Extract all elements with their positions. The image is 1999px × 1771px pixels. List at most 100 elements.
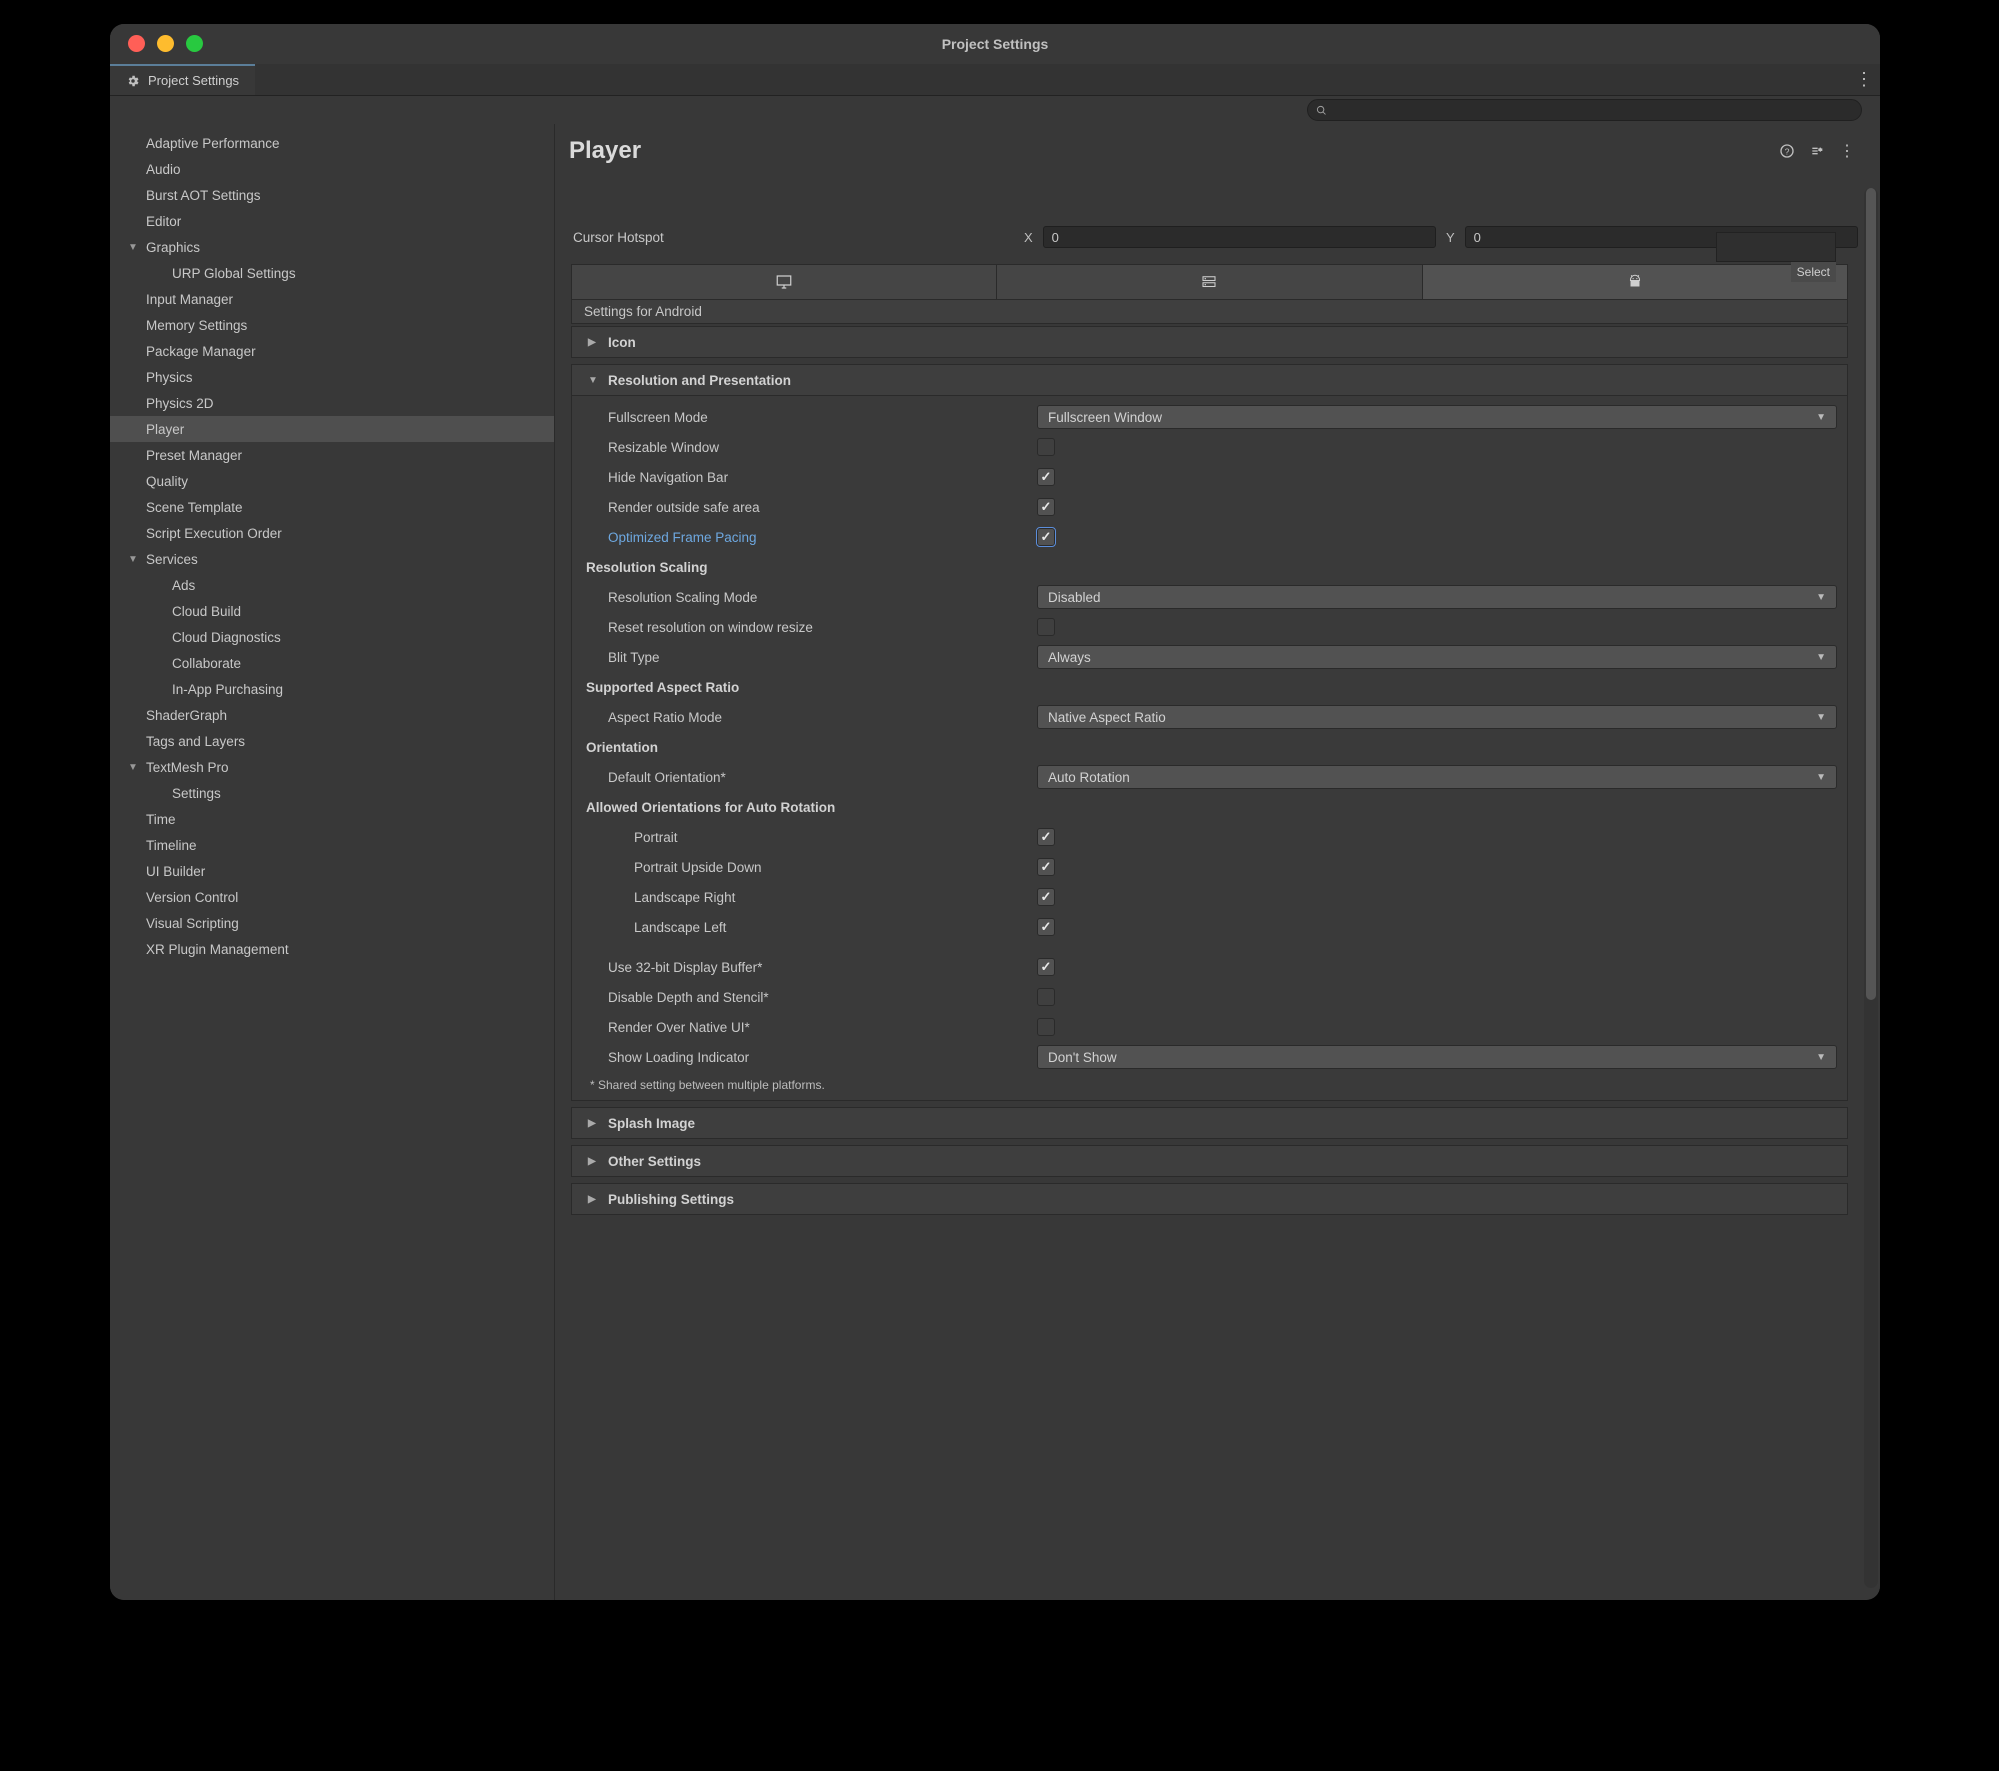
sidebar-item-label: Visual Scripting (146, 916, 239, 931)
scrollbar-vertical[interactable] (1864, 188, 1878, 1588)
portrait-checkbox[interactable]: ✓ (1037, 828, 1055, 846)
sidebar-item-textmesh-pro[interactable]: ▼TextMesh Pro (110, 754, 554, 780)
sidebar-item-audio[interactable]: Audio (110, 156, 554, 182)
shared-setting-footnote: * Shared setting between multiple platfo… (582, 1072, 1837, 1094)
landscape-l-checkbox[interactable]: ✓ (1037, 918, 1055, 936)
sidebar-item-player[interactable]: Player (110, 416, 554, 442)
close-window-button[interactable] (128, 35, 145, 52)
help-icon[interactable]: ? (1778, 142, 1796, 160)
monitor-icon (775, 273, 793, 291)
sidebar-item-adaptive-performance[interactable]: Adaptive Performance (110, 130, 554, 156)
hide-nav-checkbox[interactable]: ✓ (1037, 468, 1055, 486)
content-panel: Player ? ⋮ Select (555, 124, 1880, 1600)
sidebar-item-ads[interactable]: Ads (110, 572, 554, 598)
disable-ds-label: Disable Depth and Stencil* (582, 990, 1037, 1005)
aspect-mode-label: Aspect Ratio Mode (582, 710, 1037, 725)
sidebar-item-package-manager[interactable]: Package Manager (110, 338, 554, 364)
sidebar-item-label: Input Manager (146, 292, 233, 307)
tabbar-overflow-button[interactable]: ⋮ (1848, 64, 1880, 95)
caret-right-icon: ▶ (588, 1194, 598, 1205)
gear-icon (126, 74, 140, 88)
scaling-mode-dropdown[interactable]: Disabled▼ (1037, 585, 1837, 609)
section-resolution[interactable]: ▼ Resolution and Presentation (571, 364, 1848, 396)
render-safe-checkbox[interactable]: ✓ (1037, 498, 1055, 516)
section-publishing[interactable]: ▶ Publishing Settings (571, 1183, 1848, 1215)
sidebar-item-time[interactable]: Time (110, 806, 554, 832)
loading-dropdown[interactable]: Don't Show▼ (1037, 1045, 1837, 1069)
sidebar-item-timeline[interactable]: Timeline (110, 832, 554, 858)
select-thumbnail[interactable]: Select (1716, 232, 1836, 262)
sidebar-item-ui-builder[interactable]: UI Builder (110, 858, 554, 884)
sidebar-item-label: Cloud Diagnostics (172, 630, 281, 645)
buf32-checkbox[interactable]: ✓ (1037, 958, 1055, 976)
header-overflow-button[interactable]: ⋮ (1838, 142, 1856, 160)
sidebar-item-label: Timeline (146, 838, 197, 853)
resizable-window-checkbox[interactable] (1037, 438, 1055, 456)
reset-res-checkbox[interactable] (1037, 618, 1055, 636)
platform-banner: Settings for Android (571, 300, 1848, 324)
landscape-r-checkbox[interactable]: ✓ (1037, 888, 1055, 906)
sidebar-item-physics-2d[interactable]: Physics 2D (110, 390, 554, 416)
sidebar-item-burst-aot-settings[interactable]: Burst AOT Settings (110, 182, 554, 208)
sidebar-item-label: Version Control (146, 890, 238, 905)
sidebar-item-input-manager[interactable]: Input Manager (110, 286, 554, 312)
tab-project-settings[interactable]: Project Settings (110, 64, 255, 95)
blit-type-dropdown[interactable]: Always▼ (1037, 645, 1837, 669)
chevron-down-icon: ▼ (1816, 592, 1826, 603)
sidebar-item-urp-global-settings[interactable]: URP Global Settings (110, 260, 554, 286)
default-orientation-dropdown[interactable]: Auto Rotation▼ (1037, 765, 1837, 789)
platform-tab-server[interactable] (997, 265, 1422, 299)
sidebar-item-collaborate[interactable]: Collaborate (110, 650, 554, 676)
default-orientation-label: Default Orientation* (582, 770, 1037, 785)
sidebar-item-visual-scripting[interactable]: Visual Scripting (110, 910, 554, 936)
preset-icon[interactable] (1808, 142, 1826, 160)
disable-ds-checkbox[interactable] (1037, 988, 1055, 1006)
sidebar-item-quality[interactable]: Quality (110, 468, 554, 494)
sidebar-item-label: UI Builder (146, 864, 205, 879)
sidebar-item-memory-settings[interactable]: Memory Settings (110, 312, 554, 338)
reset-res-label: Reset resolution on window resize (582, 620, 1037, 635)
sidebar-item-xr-plugin-management[interactable]: XR Plugin Management (110, 936, 554, 962)
render-native-label: Render Over Native UI* (582, 1020, 1037, 1035)
project-settings-window: Project Settings Project Settings ⋮ Adap… (110, 24, 1880, 1600)
platform-tab-standalone[interactable] (572, 265, 997, 299)
sidebar-item-label: Editor (146, 214, 181, 229)
sidebar-item-scene-template[interactable]: Scene Template (110, 494, 554, 520)
sidebar-item-in-app-purchasing[interactable]: In-App Purchasing (110, 676, 554, 702)
fullscreen-mode-dropdown[interactable]: Fullscreen Window▼ (1037, 405, 1837, 429)
buf32-label: Use 32-bit Display Buffer* (582, 960, 1037, 975)
landscape-r-label: Landscape Right (582, 890, 1037, 905)
resizable-window-label: Resizable Window (582, 440, 1037, 455)
render-native-checkbox[interactable] (1037, 1018, 1055, 1036)
sidebar-item-graphics[interactable]: ▼Graphics (110, 234, 554, 260)
portrait-ud-checkbox[interactable]: ✓ (1037, 858, 1055, 876)
sidebar-item-label: In-App Purchasing (172, 682, 283, 697)
cursor-x-input[interactable] (1043, 226, 1436, 248)
frame-pacing-checkbox[interactable]: ✓ (1037, 528, 1055, 546)
maximize-window-button[interactable] (186, 35, 203, 52)
chevron-down-icon: ▼ (1816, 772, 1826, 783)
sidebar-item-cloud-build[interactable]: Cloud Build (110, 598, 554, 624)
sidebar-item-label: XR Plugin Management (146, 942, 289, 957)
sidebar-item-preset-manager[interactable]: Preset Manager (110, 442, 554, 468)
platform-tab-android[interactable] (1423, 265, 1847, 299)
sidebar-item-label: URP Global Settings (172, 266, 296, 281)
section-splash[interactable]: ▶ Splash Image (571, 1107, 1848, 1139)
blit-type-label: Blit Type (582, 650, 1037, 665)
chevron-down-icon: ▼ (1816, 412, 1826, 423)
section-other[interactable]: ▶ Other Settings (571, 1145, 1848, 1177)
aspect-mode-dropdown[interactable]: Native Aspect Ratio▼ (1037, 705, 1837, 729)
sidebar-item-label: Ads (172, 578, 195, 593)
minimize-window-button[interactable] (157, 35, 174, 52)
sidebar-item-physics[interactable]: Physics (110, 364, 554, 390)
sidebar-item-settings[interactable]: Settings (110, 780, 554, 806)
sidebar-item-services[interactable]: ▼Services (110, 546, 554, 572)
sidebar-item-script-execution-order[interactable]: Script Execution Order (110, 520, 554, 546)
sidebar-item-cloud-diagnostics[interactable]: Cloud Diagnostics (110, 624, 554, 650)
sidebar-item-editor[interactable]: Editor (110, 208, 554, 234)
section-icon[interactable]: ▶ Icon (571, 326, 1848, 358)
sidebar-item-tags-and-layers[interactable]: Tags and Layers (110, 728, 554, 754)
sidebar-item-shadergraph[interactable]: ShaderGraph (110, 702, 554, 728)
sidebar-item-version-control[interactable]: Version Control (110, 884, 554, 910)
search-input[interactable] (1307, 99, 1862, 121)
